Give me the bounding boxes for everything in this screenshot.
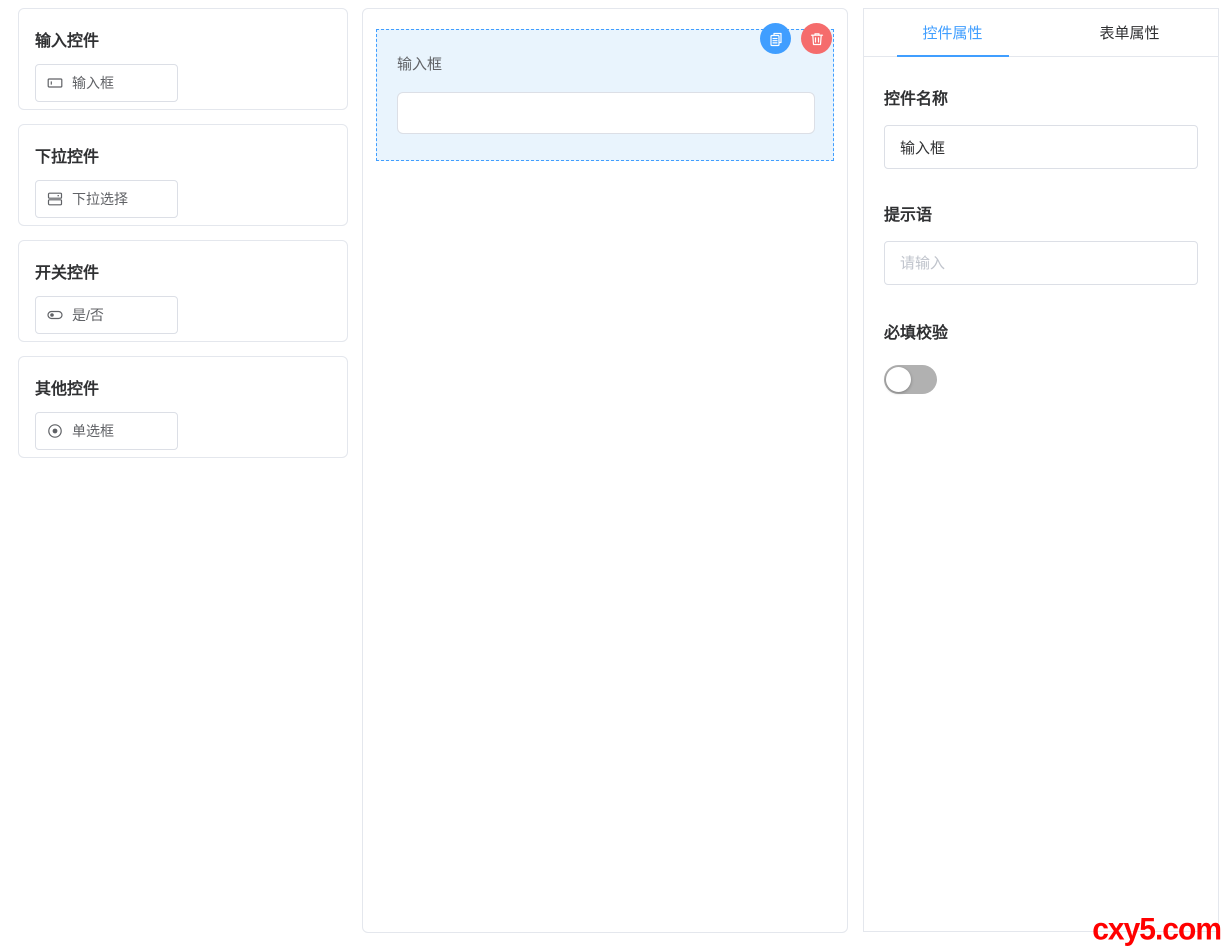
palette-group-title: 其他控件	[35, 381, 100, 398]
palette-group-input: 输入控件 输入框	[18, 8, 348, 110]
widget-input-field[interactable]	[397, 92, 815, 134]
control-name-input[interactable]	[884, 125, 1198, 169]
active-tab-indicator	[896, 55, 1009, 57]
palette-group-title: 输入控件	[35, 33, 100, 50]
properties-panel: 控件属性 表单属性 控件名称 提示语 必填校验	[863, 8, 1219, 932]
canvas-widget-input-box[interactable]: 输入框	[376, 23, 834, 161]
palette-group-switch: 开关控件 是/否	[18, 240, 348, 342]
widget-label: 输入框	[397, 56, 443, 73]
copy-widget-button[interactable]	[760, 23, 791, 54]
palette-item-label: 下拉选择	[72, 191, 128, 207]
placeholder-label: 提示语	[884, 207, 933, 224]
properties-body: 控件名称 提示语 必填校验	[864, 57, 1218, 394]
palette-item-radio[interactable]: 单选框	[35, 412, 178, 450]
properties-tabs: 控件属性 表单属性	[864, 9, 1218, 57]
form-canvas[interactable]: 输入框	[362, 8, 848, 933]
widget-actions	[760, 23, 832, 54]
tab-control-properties[interactable]: 控件属性	[864, 9, 1041, 56]
palette-item-label: 单选框	[72, 423, 114, 439]
control-name-label: 控件名称	[884, 91, 949, 108]
palette-item-input-box[interactable]: 输入框	[35, 64, 178, 102]
palette-group-select: 下拉控件 下拉选择	[18, 124, 348, 226]
radio-icon	[47, 423, 63, 439]
palette-group-other: 其他控件 单选框	[18, 356, 348, 458]
required-validation-label: 必填校验	[884, 325, 949, 342]
tab-form-properties[interactable]: 表单属性	[1041, 9, 1218, 56]
input-box-icon	[47, 75, 63, 91]
palette-group-title: 下拉控件	[35, 149, 100, 166]
switch-icon	[47, 307, 63, 323]
trash-icon	[809, 31, 825, 47]
placeholder-input[interactable]	[884, 241, 1198, 285]
delete-widget-button[interactable]	[801, 23, 832, 54]
select-icon	[47, 191, 63, 207]
control-palette: 输入控件 输入框 下拉控件 下拉选择 开关控件 是/否 其他控件 单选框	[18, 8, 348, 472]
palette-group-title: 开关控件	[35, 265, 100, 282]
palette-item-label: 输入框	[72, 75, 114, 91]
toggle-knob	[886, 367, 911, 392]
palette-item-label: 是/否	[72, 307, 104, 323]
copy-icon	[768, 31, 784, 47]
watermark: cxy5.com	[1092, 912, 1222, 947]
palette-item-select[interactable]: 下拉选择	[35, 180, 178, 218]
palette-item-yes-no[interactable]: 是/否	[35, 296, 178, 334]
required-toggle[interactable]	[884, 365, 937, 394]
